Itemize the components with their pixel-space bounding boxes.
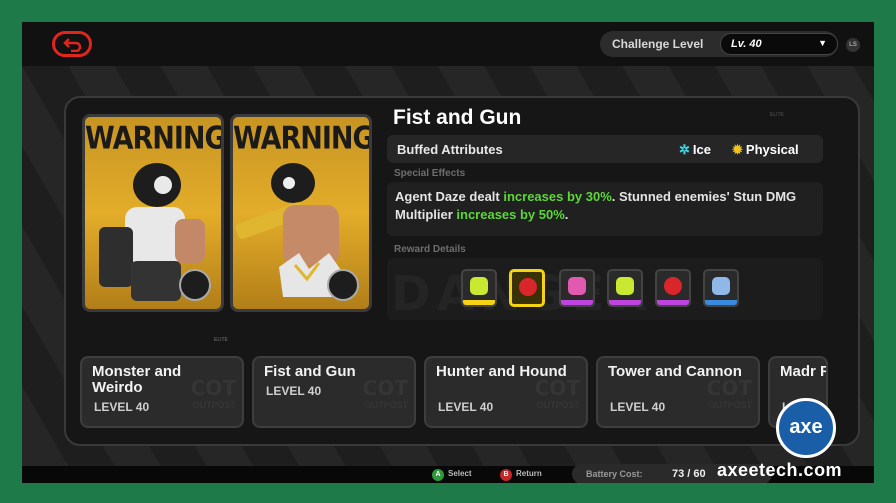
buffed-attributes-row: Buffed Attributes ✲ Ice ✹ Physical (387, 135, 823, 163)
level-dropdown[interactable]: Lv. 40 ▼ (720, 33, 838, 55)
special-effects-label: Special Effects (394, 168, 466, 179)
outpost-watermark-sub: OUTPOST (364, 400, 408, 410)
level-value: Lv. 40 (731, 38, 762, 50)
reward-item-selected[interactable] (509, 269, 545, 307)
reward-details-label: Reward Details (394, 244, 466, 255)
challenge-level-label: Challenge Level (612, 37, 704, 51)
back-arrow-icon (63, 38, 82, 52)
enemy-card-1[interactable]: WARNING (82, 114, 224, 312)
reward-item[interactable] (559, 269, 595, 307)
reward-list: DANGER (387, 258, 823, 320)
reward-item[interactable] (655, 269, 691, 307)
site-logo: axe (776, 398, 836, 458)
reward-item[interactable] (607, 269, 643, 307)
drive-disc-icon (664, 277, 682, 295)
drive-disc-icon (568, 277, 586, 295)
w-engine-material-icon (470, 277, 488, 295)
challenge-level-control: Challenge Level Lv. 40 ▼ (600, 31, 838, 57)
enemy-portrait-icon (235, 163, 359, 301)
reward-item[interactable] (703, 269, 739, 307)
battery-material-icon (712, 277, 730, 295)
stage-card-fist-and-gun[interactable]: COT OUTPOST Fist and Gun LEVEL 40 (252, 356, 416, 428)
stage-level: LEVEL 40 (438, 400, 494, 414)
game-screen: Challenge Level Lv. 40 ▼ LS WARNING WARN… (22, 22, 874, 483)
select-hint[interactable]: A Select (432, 469, 472, 481)
ls-hint-badge: LS (846, 38, 860, 52)
b-button-icon: B (500, 469, 512, 481)
outpost-watermark-sub: OUTPOST (536, 400, 580, 410)
reward-item[interactable] (461, 269, 497, 307)
elite-mark: ELITE (214, 337, 228, 343)
stage-card-hunter-and-hound[interactable]: COT OUTPOST Hunter and Hound LEVEL 40 (424, 356, 588, 428)
drive-disc-icon (519, 278, 537, 296)
battery-cost-value: 73 / 60 (672, 468, 706, 480)
stage-name: Hunter and Hound (436, 363, 567, 380)
challenge-title: Fist and Gun (393, 106, 522, 129)
attribute-ice: ✲ Ice (679, 142, 711, 157)
return-hint[interactable]: B Return (500, 469, 542, 481)
stage-card-tower-and-cannon[interactable]: COT OUTPOST Tower and Cannon LEVEL 40 (596, 356, 760, 428)
enemy-card-2[interactable]: WARNING (230, 114, 372, 312)
chevron-down-icon: ▼ (818, 38, 827, 48)
site-watermark: axeetech.com (717, 460, 843, 480)
outpost-watermark-sub: OUTPOST (192, 400, 236, 410)
ice-icon: ✲ (679, 142, 690, 157)
buffed-attributes-label: Buffed Attributes (397, 142, 503, 157)
physical-icon: ✹ (732, 142, 743, 157)
outpost-watermark-sub: OUTPOST (708, 400, 752, 410)
stage-name: Fist and Gun (264, 363, 356, 380)
attribute-physical: ✹ Physical (732, 142, 799, 157)
w-engine-material-icon (616, 277, 634, 295)
warning-text: WARNING (233, 120, 372, 157)
a-button-icon: A (432, 469, 444, 481)
enemy-portrait-icon (99, 163, 211, 301)
challenge-panel: WARNING WARNING ELITE Fist and Gun ELITE… (64, 96, 860, 446)
stage-name: Tower and Cannon (608, 363, 742, 380)
stage-level: LEVEL 40 (610, 400, 666, 414)
stage-name: Monster and Weirdo (92, 363, 182, 396)
warning-text: WARNING (85, 120, 224, 157)
stage-level: LEVEL 40 (94, 400, 150, 414)
stage-name: Madr Fo (780, 363, 826, 380)
special-effects-text: Agent Daze dealt increases by 30%. Stunn… (395, 189, 797, 222)
stage-level: LEVEL 40 (266, 384, 322, 398)
top-bar: Challenge Level Lv. 40 ▼ LS (22, 22, 874, 66)
special-effects-box: Agent Daze dealt increases by 30%. Stunn… (387, 182, 823, 236)
back-button[interactable] (52, 31, 92, 57)
stage-card-monster-and-weirdo[interactable]: COT OUTPOST Monster and Weirdo LEVEL 40 (80, 356, 244, 428)
battery-cost-label: Battery Cost: (586, 469, 643, 479)
elite-logo: ELITE (770, 112, 784, 118)
